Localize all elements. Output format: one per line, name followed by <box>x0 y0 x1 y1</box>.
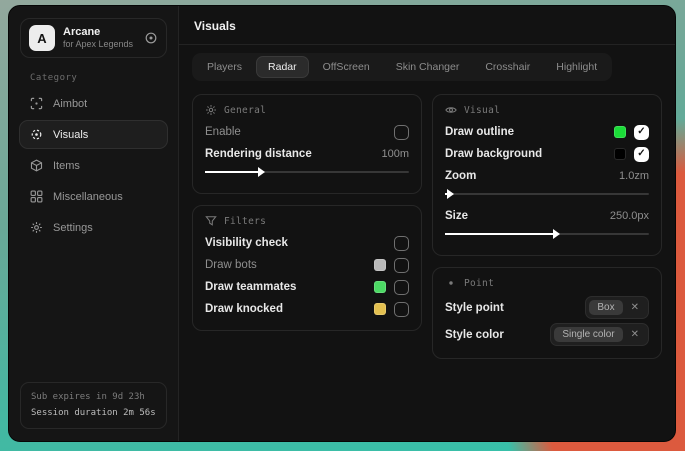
tab-players[interactable]: Players <box>195 56 254 78</box>
draw-teammates-color-swatch[interactable] <box>374 281 386 293</box>
tab-row: Players Radar OffScreen Skin Changer Cro… <box>179 45 675 85</box>
rendering-distance-slider[interactable] <box>205 166 409 178</box>
crosshair-icon <box>30 97 43 110</box>
draw-bots-checkbox[interactable] <box>394 258 409 273</box>
sidebar-item-miscellaneous[interactable]: Miscellaneous <box>19 182 168 211</box>
app-logo: A <box>29 25 55 51</box>
session-duration-text: Session duration 2m 56s <box>31 406 156 421</box>
panel-filters: Filters Visibility check Draw bots <box>192 205 422 331</box>
draw-teammates-checkbox[interactable] <box>394 280 409 295</box>
draw-knocked-color-swatch[interactable] <box>374 303 386 315</box>
zoom-value: 1.0zm <box>619 170 649 182</box>
sidebar-item-items[interactable]: Items <box>19 151 168 180</box>
dot-icon <box>445 277 457 289</box>
setting-row-draw-bots: Draw bots <box>205 254 409 276</box>
panel-title: General <box>224 105 266 116</box>
setting-row-draw-background: Draw background ✓ <box>445 143 649 165</box>
category-label: Category <box>30 73 178 83</box>
tab-skin-changer[interactable]: Skin Changer <box>384 56 472 78</box>
setting-row-rendering-distance: Rendering distance 100m <box>205 143 409 165</box>
panel-general: General Enable Rendering distance 100m <box>192 94 422 194</box>
setting-row-draw-outline: Draw outline ✓ <box>445 121 649 143</box>
gear-icon <box>205 104 217 116</box>
app-header: A Arcane for Apex Legends <box>20 18 167 58</box>
sidebar-item-aimbot[interactable]: Aimbot <box>19 89 168 118</box>
visibility-check-checkbox[interactable] <box>394 236 409 251</box>
app-name: Arcane <box>63 26 133 40</box>
main-header: Visuals <box>179 6 675 45</box>
tab-offscreen[interactable]: OffScreen <box>311 56 382 78</box>
sub-expiry-text: Sub expires in 9d 23h <box>31 390 156 405</box>
eye-icon <box>445 104 457 116</box>
content-grid: General Enable Rendering distance 100m <box>179 85 675 368</box>
setting-row-enable: Enable <box>205 121 409 143</box>
style-point-selected: Box <box>589 300 622 315</box>
page-title: Visuals <box>194 19 660 33</box>
draw-background-checkbox[interactable]: ✓ <box>634 147 649 162</box>
draw-outline-checkbox[interactable]: ✓ <box>634 125 649 140</box>
app-window: A Arcane for Apex Legends Category <box>8 5 676 442</box>
app-subtitle: for Apex Legends <box>63 39 133 50</box>
setting-row-visibility-check: Visibility check <box>205 232 409 254</box>
tab-radar[interactable]: Radar <box>256 56 309 78</box>
panel-point: Point Style point Box ✕ Style color <box>432 267 662 359</box>
panel-title: Visual <box>464 105 500 116</box>
draw-bots-color-swatch[interactable] <box>374 259 386 271</box>
panel-title: Point <box>464 278 494 289</box>
target-icon[interactable] <box>144 31 158 45</box>
size-slider[interactable] <box>445 228 649 240</box>
setting-row-style-point: Style point Box ✕ <box>445 294 649 321</box>
enable-checkbox[interactable] <box>394 125 409 140</box>
sidebar-item-label: Miscellaneous <box>53 191 123 203</box>
style-color-selected: Single color <box>554 327 622 342</box>
setting-row-style-color: Style color Single color ✕ <box>445 321 649 348</box>
size-value: 250.0px <box>610 210 649 222</box>
cube-icon <box>30 159 43 172</box>
panel-visual: Visual Draw outline ✓ Draw background <box>432 94 662 256</box>
style-color-select[interactable]: Single color ✕ <box>550 323 649 346</box>
style-point-select[interactable]: Box ✕ <box>585 296 649 319</box>
tab-crosshair[interactable]: Crosshair <box>473 56 542 78</box>
sidebar-item-label: Aimbot <box>53 98 87 110</box>
draw-outline-color-swatch[interactable] <box>614 126 626 138</box>
sidebar-nav: Aimbot Visuals Items <box>9 89 178 242</box>
radar-icon <box>30 128 43 141</box>
main-panel: Visuals Players Radar OffScreen Skin Cha… <box>179 6 675 441</box>
rendering-distance-value: 100m <box>381 148 409 160</box>
tab-strip: Players Radar OffScreen Skin Changer Cro… <box>192 53 612 81</box>
sidebar-item-label: Items <box>53 160 80 172</box>
draw-knocked-checkbox[interactable] <box>394 302 409 317</box>
tab-highlight[interactable]: Highlight <box>544 56 609 78</box>
funnel-icon <box>205 215 217 227</box>
sidebar-item-settings[interactable]: Settings <box>19 213 168 242</box>
grid-icon <box>30 190 43 203</box>
sidebar: A Arcane for Apex Legends Category <box>9 6 179 441</box>
setting-row-zoom: Zoom 1.0zm <box>445 165 649 187</box>
gear-icon <box>30 221 43 234</box>
panel-title: Filters <box>224 216 266 227</box>
setting-row-draw-teammates: Draw teammates <box>205 276 409 298</box>
setting-row-draw-knocked: Draw knocked <box>205 298 409 320</box>
close-icon[interactable]: ✕ <box>631 302 639 313</box>
sidebar-item-label: Settings <box>53 222 93 234</box>
sidebar-item-label: Visuals <box>53 129 88 141</box>
sidebar-item-visuals[interactable]: Visuals <box>19 120 168 149</box>
subscription-status: Sub expires in 9d 23h Session duration 2… <box>20 382 167 429</box>
close-icon[interactable]: ✕ <box>631 329 639 340</box>
draw-background-color-swatch[interactable] <box>614 148 626 160</box>
setting-row-size: Size 250.0px <box>445 205 649 227</box>
zoom-slider[interactable] <box>445 188 649 200</box>
